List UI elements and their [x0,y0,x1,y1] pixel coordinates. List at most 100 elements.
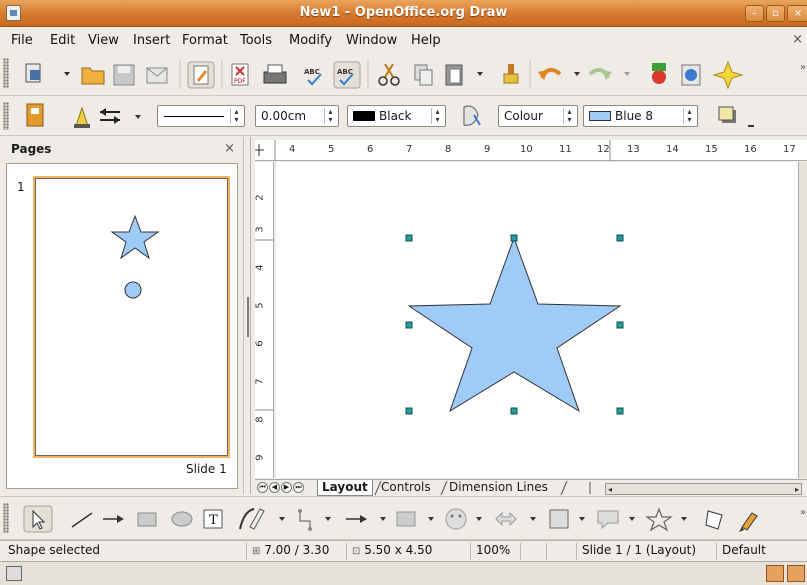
redo-dropdown-icon[interactable] [624,72,630,76]
selection-handle[interactable] [616,234,624,242]
maximize-button[interactable]: ▫ [766,5,785,22]
paste-dropdown-icon[interactable] [477,72,483,76]
shadow-icon[interactable] [716,104,740,128]
spellcheck-icon[interactable]: ABC [304,68,322,86]
save-icon[interactable] [113,64,135,86]
curve-icon[interactable] [239,508,265,530]
menu-view[interactable]: View [88,33,119,48]
callouts-dropdown-icon[interactable] [629,517,635,521]
navigator-icon[interactable] [681,64,701,86]
menu-edit[interactable]: Edit [50,33,75,48]
basic-shapes-dropdown-icon[interactable] [428,517,434,521]
selection-handle[interactable] [405,321,413,329]
select-arrow-icon[interactable] [23,505,53,533]
ellipse-icon[interactable] [171,511,193,527]
close-window-button[interactable]: × [787,5,807,22]
insert-mode[interactable] [520,543,546,560]
curve-dropdown-icon[interactable] [279,517,285,521]
draw-functions-icon[interactable] [652,63,666,84]
selection-handle[interactable] [510,234,518,242]
line-color-select[interactable]: Black ▴ ▾ [347,105,446,127]
toolbar-overflow-icon[interactable]: » [800,507,806,518]
menu-window[interactable]: Window [346,33,397,48]
cut-icon[interactable] [378,63,400,86]
line-width-field[interactable]: 0.00cm ▴ ▾ [255,105,339,127]
horizontal-ruler[interactable]: 4 5 6 7 8 9 10 11 12 13 14 15 16 17 [255,140,807,161]
minimize-button[interactable]: – [745,5,764,22]
arrow-style-icon[interactable] [100,108,120,124]
selection-handle[interactable] [405,407,413,415]
selection-handle[interactable] [616,407,624,415]
callouts-icon[interactable] [597,510,619,530]
copy-icon[interactable] [414,64,433,86]
symbol-shapes-dropdown-icon[interactable] [476,517,482,521]
gluepoints-tool-icon[interactable] [739,512,758,532]
slide-thumbnail[interactable] [33,176,230,458]
lines-arrows-icon[interactable] [346,515,367,523]
area-icon[interactable] [458,101,486,131]
email-icon[interactable] [146,67,168,84]
basic-shapes-icon[interactable] [396,511,416,527]
star-shape[interactable] [407,236,622,413]
line-arrow-icon[interactable] [103,515,124,523]
redo-icon[interactable] [588,67,612,80]
menu-help[interactable]: Help [411,33,441,48]
autospellcheck-icon[interactable]: ABC [333,61,361,89]
pane-splitter[interactable] [245,137,251,494]
menu-insert[interactable]: Insert [133,33,170,48]
document-modified[interactable] [546,543,576,560]
thumbnail-star [110,214,160,260]
toolbar-overflow-icon[interactable] [748,125,754,127]
menu-format[interactable]: Format [182,33,228,48]
selection-handle[interactable] [405,234,413,242]
zoom-level[interactable]: 100% [470,543,520,560]
selection-handle[interactable] [510,407,518,415]
rectangle-icon[interactable] [137,512,157,527]
flowchart-icon[interactable] [549,509,569,529]
connector-dropdown-icon[interactable] [325,517,331,521]
area-style-select[interactable]: Colour ▴ ▾ [498,105,578,127]
stars-icon[interactable] [645,507,673,532]
drawing-canvas[interactable] [276,162,798,478]
taskbar-app-icon[interactable] [787,565,805,582]
line-style-select[interactable]: ▴ ▾ [157,105,245,127]
text-icon[interactable]: T [203,509,223,529]
block-arrows-dropdown-icon[interactable] [530,517,536,521]
open-folder-icon[interactable] [81,67,105,85]
toolbar-overflow-icon[interactable]: » [800,62,806,73]
styles-formatting-icon[interactable] [26,103,44,127]
format-paintbrush-icon[interactable] [503,64,519,84]
stars-dropdown-icon[interactable] [681,517,687,521]
taskbar-app-icon[interactable] [766,565,784,582]
undo-dropdown-icon[interactable] [574,72,580,76]
close-document-icon[interactable]: × [792,32,803,47]
gluepoints-icon[interactable] [712,60,744,90]
menu-file[interactable]: File [11,33,33,48]
line-icon[interactable] [74,106,90,128]
selection-handle[interactable] [616,321,624,329]
undo-icon[interactable] [538,67,562,80]
new-dropdown-icon[interactable] [64,72,70,76]
line-icon[interactable] [71,512,93,528]
menu-modify[interactable]: Modify [289,33,332,48]
symbol-shapes-icon[interactable] [445,508,467,530]
new-document-icon[interactable] [25,63,41,83]
lines-arrows-dropdown-icon[interactable] [380,517,386,521]
horizontal-scrollbar[interactable]: ◂ ▸ [605,483,802,495]
flowchart-dropdown-icon[interactable] [579,517,585,521]
connector-icon[interactable] [298,509,312,531]
menu-tools[interactable]: Tools [240,33,272,48]
arrow-style-dropdown-icon[interactable] [135,115,141,119]
print-icon[interactable] [263,64,287,84]
area-color-select[interactable]: Blue 8 ▴ ▾ [583,105,698,127]
page-style[interactable]: Default [716,543,807,560]
vertical-ruler[interactable]: 2 3 4 5 6 7 8 9 [255,162,274,478]
paste-icon[interactable] [445,64,463,86]
pages-close-icon[interactable]: × [224,141,235,156]
block-arrows-icon[interactable] [495,511,517,527]
show-desktop-icon[interactable] [6,566,22,581]
edit-file-icon[interactable] [187,61,215,89]
points-icon[interactable] [705,510,723,530]
vertical-scrollbar[interactable] [798,162,807,478]
export-pdf-icon[interactable]: PDF [231,63,249,86]
